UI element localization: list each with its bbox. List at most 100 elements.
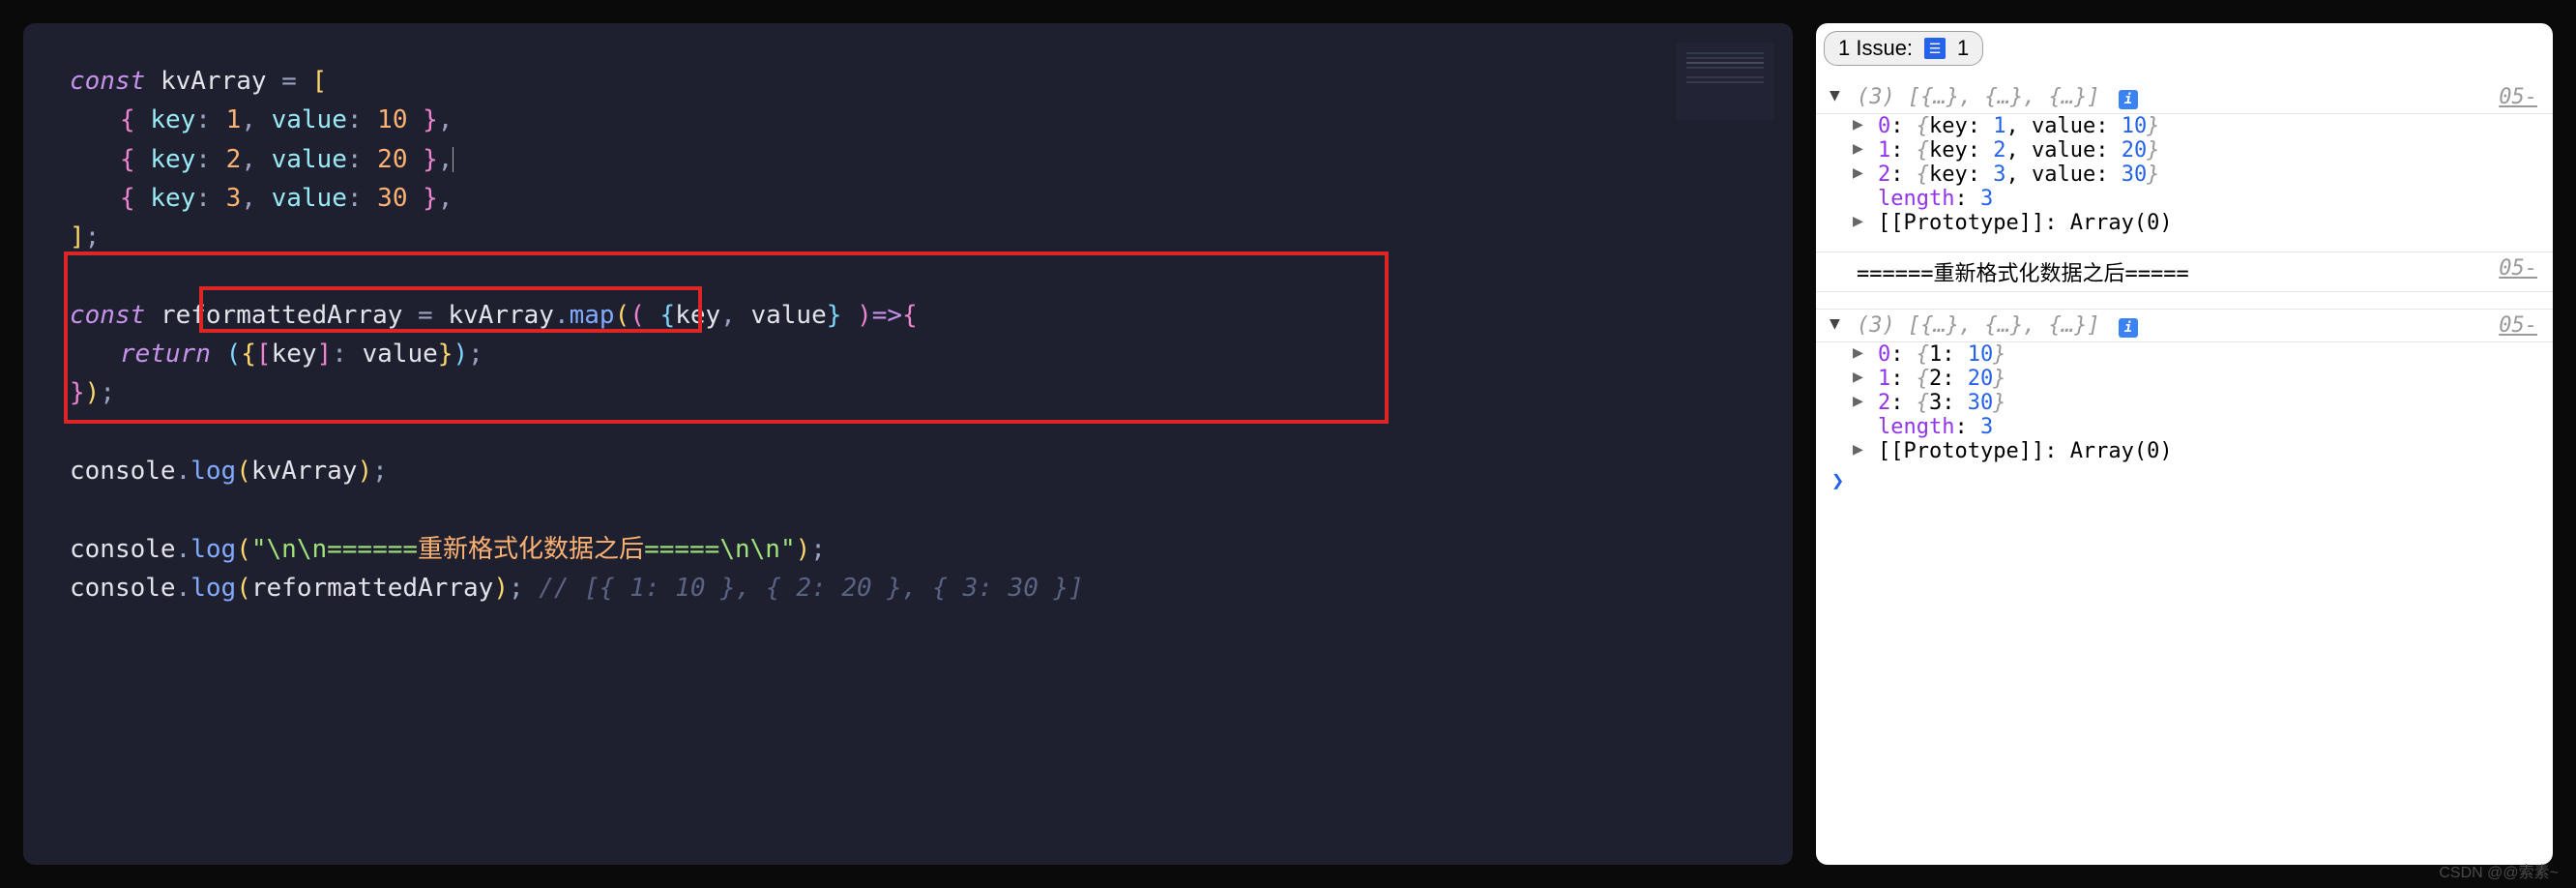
obj-key: key (1929, 163, 1968, 187)
caret-down-icon[interactable]: ▼ (1830, 313, 1840, 334)
caret-right-icon[interactable]: ▶ (1853, 342, 1863, 363)
separator (1816, 235, 2553, 252)
code-line: return ({[key]: value}); (70, 335, 1746, 373)
keyword-const: const (70, 301, 145, 330)
caret-right-icon[interactable]: ▶ (1853, 211, 1863, 231)
code-line: const kvArray = [ (70, 62, 1746, 101)
keyword-return: return (120, 340, 211, 369)
obj-val: 10 (1968, 342, 1994, 367)
obj-key: key (1929, 138, 1968, 163)
prop-value: value (272, 105, 347, 134)
array-item[interactable]: ▶ 0: {key: 1, value: 10} (1816, 114, 2553, 138)
array-index: 2 (1878, 391, 1890, 415)
caret-right-icon[interactable]: ▶ (1853, 138, 1863, 159)
info-icon[interactable]: i (2119, 318, 2138, 338)
equals: = (281, 67, 297, 96)
issues-button[interactable]: 1 Issue: ☰ 1 (1824, 31, 1983, 66)
code-line: { key: 1, value: 10 }, (70, 101, 1746, 139)
method-log: log (190, 457, 236, 486)
source-link[interactable]: 05- (2499, 256, 2537, 287)
console-log-text: ======重新格式化数据之后===== 05- (1816, 252, 2553, 292)
value-ref: value (363, 340, 438, 369)
obj-key: 1 (1929, 342, 1942, 367)
array-index: 1 (1878, 138, 1890, 163)
issues-label: 1 Issue: (1838, 36, 1913, 61)
param-key: key (675, 301, 720, 330)
array-prototype[interactable]: ▶ [[Prototype]]: Array(0) (1816, 439, 2553, 463)
length-label: length (1878, 415, 1954, 439)
obj-key: key (1929, 114, 1968, 138)
array-index: 0 (1878, 342, 1890, 367)
param-value: value (750, 301, 826, 330)
console-entry[interactable]: ▼ (3) [{…}, {…}, {…}] i 05- (1816, 310, 2553, 342)
obj-key: 2 (1929, 367, 1942, 391)
array-item[interactable]: ▶ 2: {3: 30} (1816, 391, 2553, 415)
string-cn: 重新格式化数据之后 (418, 535, 644, 564)
number: 2 (226, 145, 242, 174)
method-map: map (570, 301, 615, 330)
keyword-const: const (70, 67, 145, 96)
array-item[interactable]: ▶ 1: {2: 20} (1816, 367, 2553, 391)
devtools-console[interactable]: 1 Issue: ☰ 1 ▼ (3) [{…}, {…}, {…}] i 05-… (1816, 23, 2553, 865)
obj-key: value (2032, 163, 2095, 187)
prop-key: key (150, 105, 195, 134)
log-arg: reformattedArray (251, 574, 493, 603)
string-part-c: =====\n\n" (644, 535, 796, 564)
code-line: { key: 2, value: 20 }, (70, 140, 1746, 179)
console-obj: console (70, 457, 176, 486)
issue-icon: ☰ (1924, 38, 1946, 59)
array-prototype[interactable]: ▶ [[Prototype]]: Array(0) (1816, 211, 2553, 235)
watermark: CSDN @@索素~ (2439, 859, 2559, 882)
proto-label: [[Prototype]] (1878, 439, 2044, 463)
caret-right-icon[interactable]: ▶ (1853, 391, 1863, 411)
console-entry[interactable]: ▼ (3) [{…}, {…}, {…}] i 05- (1816, 81, 2553, 114)
source-link[interactable]: 05- (2499, 85, 2537, 109)
array-item[interactable]: ▶ 2: {key: 3, value: 30} (1816, 163, 2553, 187)
obj-val: 10 (2122, 114, 2148, 138)
separator (1816, 292, 2553, 310)
comment: // [{ 1: 10 }, { 2: 20 }, { 3: 30 }] (539, 574, 1084, 603)
console-prompt[interactable]: ❯ (1816, 463, 2553, 499)
obj-key: value (2032, 138, 2095, 163)
obj-val: 30 (2122, 163, 2148, 187)
array-index: 1 (1878, 367, 1890, 391)
obj-val: 2 (1993, 138, 2005, 163)
proto-value: Array(0) (2070, 439, 2173, 463)
separator-text: ======重新格式化数据之后===== (1857, 256, 2189, 287)
code-line: console.log(reformattedArray); // [{ 1: … (70, 569, 1746, 607)
prop-key: key (150, 184, 195, 213)
code-editor[interactable]: const kvArray = [ { key: 1, value: 10 },… (23, 23, 1793, 865)
code-line: { key: 3, value: 30 }, (70, 179, 1746, 218)
obj-val: 20 (1968, 367, 1994, 391)
number: 20 (377, 145, 407, 174)
obj-val: 1 (1993, 114, 2005, 138)
prompt-icon: ❯ (1831, 469, 1844, 493)
array-item[interactable]: ▶ 0: {1: 10} (1816, 342, 2553, 367)
minimap[interactable] (1677, 43, 1773, 120)
caret-right-icon[interactable]: ▶ (1853, 367, 1863, 387)
identifier-kvarray: kvArray (161, 67, 267, 96)
code-line: }); (70, 373, 1746, 412)
obj-key: value (2032, 114, 2095, 138)
length-value: 3 (1980, 415, 1993, 439)
source-link[interactable]: 05- (2499, 313, 2537, 338)
array-index: 2 (1878, 163, 1890, 187)
info-icon[interactable]: i (2119, 90, 2138, 109)
caret-down-icon[interactable]: ▼ (1830, 85, 1840, 105)
caret-right-icon[interactable]: ▶ (1853, 114, 1863, 134)
number: 1 (226, 105, 242, 134)
obj-key: 3 (1929, 391, 1942, 415)
code-blank (70, 490, 1746, 529)
number: 3 (226, 184, 242, 213)
array-index: 0 (1878, 114, 1890, 138)
caret-right-icon[interactable]: ▶ (1853, 163, 1863, 183)
array-length: length: 3 (1816, 187, 2553, 211)
prop-value: value (272, 145, 347, 174)
caret-right-icon[interactable]: ▶ (1853, 439, 1863, 459)
number: 10 (377, 105, 407, 134)
array-item[interactable]: ▶ 1: {key: 2, value: 20} (1816, 138, 2553, 163)
issues-count: 1 (1957, 36, 1969, 61)
log-arg: kvArray (251, 457, 358, 486)
code-line: ]; (70, 218, 1746, 256)
proto-label: [[Prototype]] (1878, 211, 2044, 235)
